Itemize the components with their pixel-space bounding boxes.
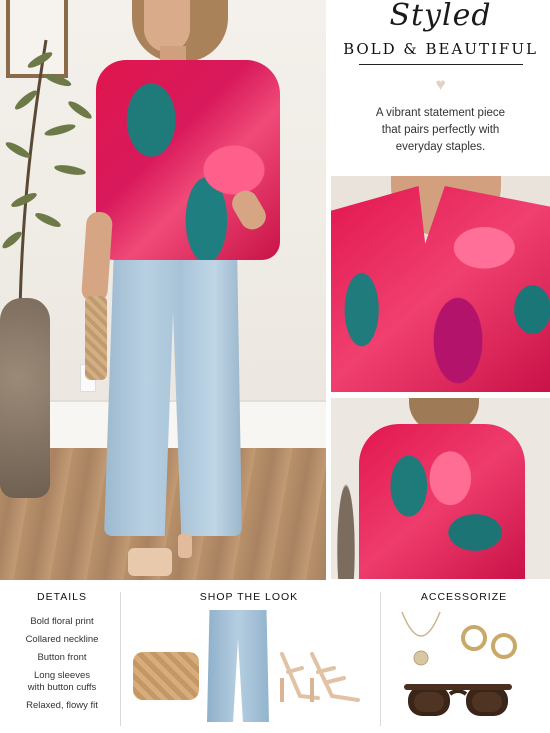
accessorize-heading: ACCESSORIZE xyxy=(420,591,508,603)
tortoiseshell-sunglasses-product[interactable] xyxy=(404,678,512,718)
woven-clutch-product[interactable] xyxy=(133,652,199,700)
hoop-earrings-product[interactable] xyxy=(456,616,522,666)
page-title: BOLD & BEAUTIFUL xyxy=(343,40,538,58)
floral-shirt-closeup xyxy=(331,186,550,392)
details-list: Bold floral print Collared neckline Butt… xyxy=(8,616,116,718)
floral-shirt-worn xyxy=(96,60,280,260)
sandal-left xyxy=(128,548,172,576)
info-strip: DETAILS Bold floral print Collared neckl… xyxy=(0,582,550,733)
detail-item: Button front xyxy=(37,652,87,663)
detail-item: Long sleeves with button cuffs xyxy=(27,670,97,693)
tagline: A vibrant statement piece that pairs per… xyxy=(375,107,506,153)
shop-heading: SHOP THE LOOK xyxy=(199,591,299,603)
column-divider xyxy=(380,592,381,726)
model-face xyxy=(144,0,190,52)
title-divider xyxy=(358,64,523,65)
detail-item: Relaxed, flowy fit xyxy=(26,700,98,711)
main-outfit-photo xyxy=(0,0,326,580)
floral-shirt-back xyxy=(359,424,525,579)
detail-item: Bold floral print xyxy=(30,616,94,627)
sandal-right xyxy=(178,534,192,558)
woven-clutch-held xyxy=(85,296,107,380)
ceramic-vase xyxy=(0,298,50,498)
strappy-heels-product[interactable] xyxy=(278,648,364,706)
shirt-back-view-photo xyxy=(331,398,550,579)
title-panel: Styled BOLD & BEAUTIFUL ♥ A vibrant stat… xyxy=(331,0,550,170)
background-vase xyxy=(331,438,361,579)
column-divider xyxy=(120,592,121,726)
detail-item: Collared neckline xyxy=(25,634,99,645)
wide-leg-jeans-product[interactable] xyxy=(207,610,269,722)
shirt-closeup-front-photo xyxy=(331,176,550,392)
script-title: Styled xyxy=(389,0,492,33)
heart-icon: ♥ xyxy=(435,75,446,94)
pendant-necklace-product[interactable] xyxy=(398,610,444,668)
details-heading: DETAILS xyxy=(37,591,87,603)
